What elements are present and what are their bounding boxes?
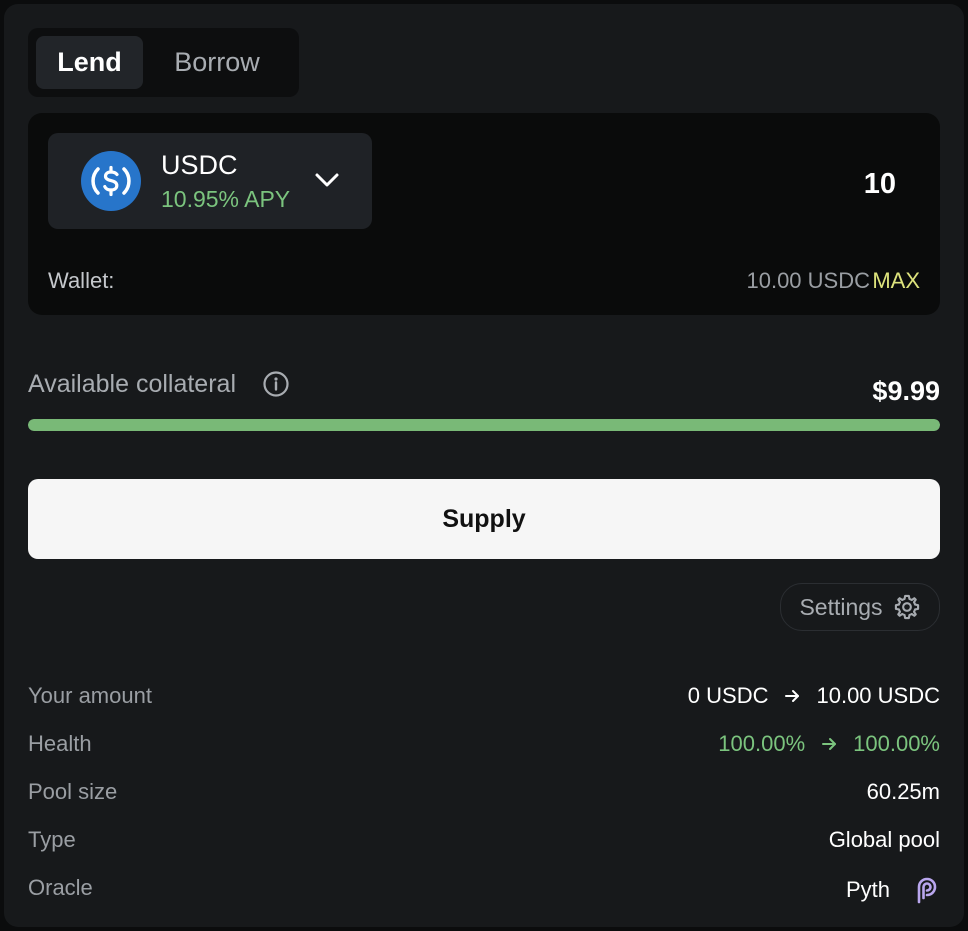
available-collateral-label: Available collateral — [28, 370, 236, 398]
pyth-icon — [917, 877, 937, 904]
health-from: 100.00% — [718, 731, 806, 756]
your-amount-from: 0 USDC — [687, 683, 769, 708]
tab-borrow[interactable]: Borrow — [143, 36, 291, 89]
your-amount-to: 10.00 USDC — [816, 683, 940, 708]
stat-label: Your amount — [28, 683, 152, 708]
token-symbol: USDC — [161, 150, 238, 180]
tab-lend[interactable]: Lend — [36, 36, 144, 89]
token-selector[interactable]: USDC 10.95% APY — [48, 133, 372, 229]
settings-label: Settings — [799, 593, 883, 620]
stat-value: Pyth — [846, 875, 940, 905]
amount-input[interactable] — [596, 164, 896, 204]
collateral-progress-fill — [28, 419, 940, 431]
gear-icon — [894, 594, 919, 620]
arrow-right-icon — [822, 738, 837, 750]
oracle-name: Pyth — [845, 877, 890, 902]
stat-value: 100.00% 100.00% — [718, 731, 940, 757]
lend-borrow-panel: Lend Borrow USDC 10.95% APY Wallet: 10.0… — [4, 4, 964, 927]
stat-label: Type — [28, 827, 76, 852]
stat-label: Oracle — [28, 875, 93, 900]
info-icon[interactable] — [262, 370, 290, 398]
stat-row-your-amount: Your amount 0 USDC 10.00 USDC — [28, 675, 940, 723]
usdc-logo-icon — [81, 151, 141, 211]
stat-value: Global pool — [828, 827, 940, 852]
supply-button[interactable]: Supply — [28, 479, 940, 559]
wallet-label: Wallet: — [48, 268, 115, 293]
collateral-progress-bar — [28, 419, 940, 431]
arrow-right-icon — [785, 690, 800, 702]
stat-value: 0 USDC 10.00 USDC — [688, 683, 940, 709]
position-stats: Your amount 0 USDC 10.00 USDC Health 100… — [28, 675, 940, 915]
available-collateral-value: $9.99 — [872, 376, 940, 406]
amount-input-card: USDC 10.95% APY Wallet: 10.00 USDC MAX — [28, 113, 940, 315]
token-apy: 10.95% APY — [161, 186, 291, 212]
stat-row-oracle: Oracle Pyth — [28, 867, 940, 915]
wallet-balance: 10.00 USDC — [746, 268, 870, 293]
stat-label: Health — [28, 731, 92, 756]
mode-tabs: Lend Borrow — [28, 28, 299, 97]
stat-row-pool-size: Pool size 60.25m — [28, 771, 940, 819]
stat-row-health: Health 100.00% 100.00% — [28, 723, 940, 771]
stat-row-type: Type Global pool — [28, 819, 940, 867]
stat-value: 60.25m — [866, 779, 940, 804]
max-button[interactable]: MAX — [872, 268, 920, 294]
settings-button[interactable]: Settings — [780, 583, 940, 631]
health-to: 100.00% — [853, 731, 940, 756]
chevron-down-icon — [315, 173, 339, 187]
stat-label: Pool size — [28, 779, 118, 804]
